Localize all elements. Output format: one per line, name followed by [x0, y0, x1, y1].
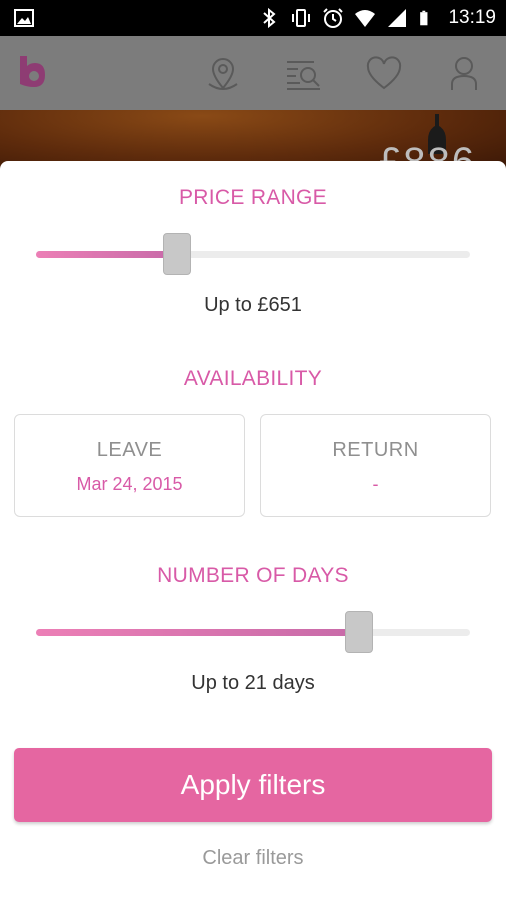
return-date-box[interactable]: RETURN -: [260, 414, 491, 517]
search-list-icon[interactable]: [284, 54, 324, 94]
leave-date-box[interactable]: LEAVE Mar 24, 2015: [14, 414, 245, 517]
user-icon[interactable]: [444, 54, 484, 94]
filter-sheet: PRICE RANGE Up to £651 AVAILABILITY LEAV…: [0, 161, 506, 900]
battery-icon: [420, 10, 428, 26]
location-pin-icon[interactable]: [203, 54, 243, 94]
apply-filters-button[interactable]: Apply filters: [14, 748, 492, 822]
vibrate-icon: [292, 9, 311, 27]
return-label: RETURN: [332, 439, 419, 461]
clock-time: 13:19: [448, 7, 496, 28]
slider-thumb[interactable]: [345, 611, 374, 653]
number-of-days-value: Up to 21 days: [191, 672, 315, 694]
return-date-value: -: [372, 474, 379, 494]
app-header: [0, 36, 506, 144]
number-of-days-slider[interactable]: [36, 611, 470, 655]
alarm-icon: [323, 8, 344, 28]
wifi-icon: [355, 10, 376, 27]
signal-icon: [388, 9, 407, 27]
clear-filters-link[interactable]: Clear filters: [0, 847, 506, 870]
number-of-days-title: NUMBER OF DAYS: [157, 564, 349, 587]
availability-title: AVAILABILITY: [183, 367, 323, 390]
bluetooth-icon: [263, 7, 276, 29]
b-logo-icon[interactable]: [16, 54, 52, 90]
price-range-title: PRICE RANGE: [179, 186, 327, 209]
image-icon: [14, 9, 34, 27]
slider-thumb[interactable]: [163, 233, 192, 275]
price-range-slider[interactable]: [36, 233, 470, 277]
slider-fill: [36, 629, 360, 636]
leave-label: LEAVE: [96, 439, 163, 461]
leave-date-value: Mar 24, 2015: [76, 474, 183, 494]
slider-fill: [36, 251, 178, 258]
price-range-value: Up to £651: [204, 294, 302, 316]
status-bar: 13:19: [0, 0, 506, 36]
heart-icon[interactable]: [364, 54, 404, 94]
